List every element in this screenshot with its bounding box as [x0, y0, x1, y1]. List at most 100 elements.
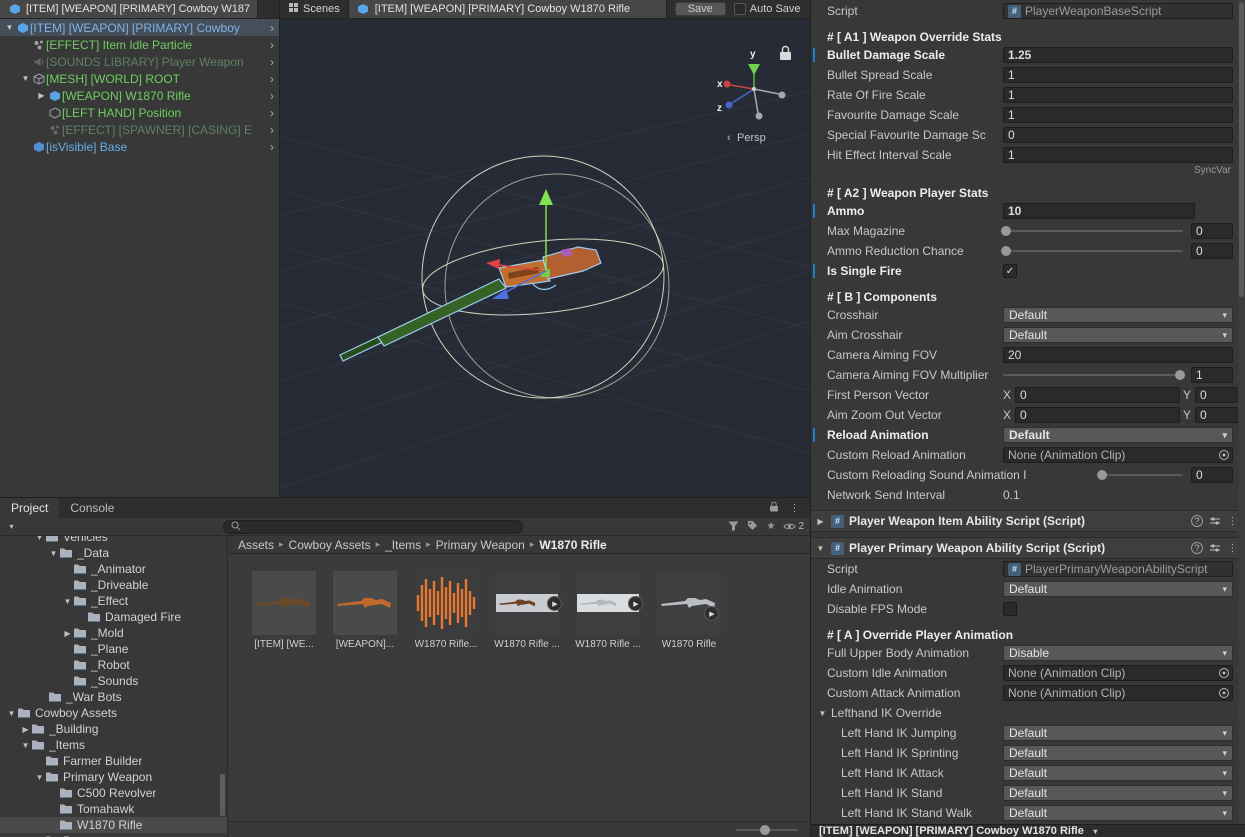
folder-row[interactable]: ▶Prop — [0, 833, 227, 837]
hierarchy-item-weapon-rifle[interactable]: ▶ [WEAPON] W1870 Rifle › — [0, 87, 279, 104]
folder-row[interactable]: Damaged Fire — [0, 609, 227, 625]
breadcrumb-item[interactable]: Cowboy Assets — [289, 538, 371, 552]
asset-item[interactable]: [ITEM] [WE... — [251, 571, 317, 650]
breadcrumb-item-current[interactable]: W1870 Rifle — [539, 538, 606, 552]
object-picker-icon[interactable] — [1218, 449, 1230, 461]
folder-row[interactable]: _Robot — [0, 657, 227, 673]
folder-row[interactable]: ▼_Items — [0, 737, 227, 753]
play-button-icon[interactable]: ▶ — [628, 596, 643, 611]
thumbnail-size-slider[interactable] — [736, 829, 798, 831]
tab-project[interactable]: Project — [0, 498, 59, 518]
folder-row[interactable]: ▼Cowboy Assets — [0, 705, 227, 721]
favourite-damage-scale-input[interactable] — [1003, 107, 1233, 123]
aim-crosshair-dropdown[interactable]: Default ▾ — [1003, 327, 1233, 343]
prefab-open-chevron-icon[interactable]: › — [265, 123, 279, 137]
max-magazine-slider[interactable] — [1003, 230, 1183, 232]
full-upper-body-dropdown[interactable]: Disable ▾ — [1003, 645, 1233, 661]
asset-thumbnail-audio[interactable] — [414, 571, 478, 635]
foldout-arrow-icon[interactable]: ▼ — [6, 709, 17, 718]
foldout-arrow-icon[interactable]: ▼ — [62, 597, 73, 606]
foldout-arrow-icon[interactable]: ▶ — [815, 517, 826, 526]
ik-sprinting-dropdown[interactable]: Default ▾ — [1003, 745, 1233, 761]
axis-y-label[interactable]: y — [750, 49, 756, 60]
foldout-arrow-icon[interactable]: ▼ — [20, 74, 31, 83]
custom-reloading-sound-input[interactable] — [1191, 467, 1233, 483]
hierarchy-item-mesh-root[interactable]: ▼ [MESH] [WORLD] ROOT › — [0, 70, 279, 87]
is-single-fire-checkbox[interactable]: ✓ — [1003, 264, 1017, 278]
foldout-arrow-icon[interactable]: ▼ — [4, 23, 15, 32]
asset-thumbnail-video[interactable]: ▶ — [495, 571, 559, 635]
folder-row[interactable]: ▼Primary Weapon — [0, 769, 227, 785]
foldout-arrow-icon[interactable]: ▶ — [20, 725, 31, 734]
foldout-arrow-icon[interactable]: ▼ — [817, 709, 828, 718]
component-header-primary-ability[interactable]: ▼ # Player Primary Weapon Ability Script… — [811, 537, 1245, 559]
asset-item[interactable]: W1870 Rifle... — [413, 571, 479, 650]
kebab-menu-icon[interactable]: ⋮ — [788, 502, 801, 515]
scene-tab[interactable]: [ITEM] [WEAPON] [PRIMARY] Cowboy W1870 R… — [349, 0, 667, 18]
script-object-field[interactable]: # PlayerPrimaryWeaponAbilityScript — [1003, 561, 1233, 577]
foldout-lefthand-ik-override[interactable]: ▼ Lefthand IK Override — [811, 703, 1245, 723]
hierarchy-item-casing-spawner[interactable]: [EFFECT] [SPAWNER] [CASING] E › — [0, 121, 279, 138]
ik-jumping-dropdown[interactable]: Default ▾ — [1003, 725, 1233, 741]
crosshair-dropdown[interactable]: Default ▾ — [1003, 307, 1233, 323]
rate-of-fire-scale-input[interactable] — [1003, 87, 1233, 103]
auto-save-toggle[interactable]: Auto Save — [734, 0, 801, 18]
foldout-arrow-icon[interactable]: ▶ — [62, 629, 73, 638]
hierarchy-item-root[interactable]: ▼ [ITEM] [WEAPON] [PRIMARY] Cowboy › — [0, 19, 279, 36]
auto-save-checkbox[interactable] — [734, 3, 746, 15]
hierarchy-item-idle-particle[interactable]: [EFFECT] Item Idle Particle › — [0, 36, 279, 53]
prefab-open-chevron-icon[interactable]: › — [265, 89, 279, 103]
bullet-spread-scale-input[interactable] — [1003, 67, 1233, 83]
foldout-arrow-icon[interactable]: ▶ — [36, 91, 47, 100]
foldout-arrow-icon[interactable]: ▼ — [34, 773, 45, 782]
foldout-arrow-icon[interactable]: ▼ — [20, 741, 31, 750]
persp-label[interactable]: Persp — [737, 132, 766, 144]
object-picker-icon[interactable] — [1218, 687, 1230, 699]
lock-icon[interactable] — [780, 47, 791, 61]
prefab-open-chevron-icon[interactable]: › — [265, 21, 279, 35]
ammo-reduction-slider[interactable] — [1003, 250, 1183, 252]
axis-x-label[interactable]: x — [717, 79, 723, 90]
folder-row[interactable]: Farmer Builder — [0, 753, 227, 769]
scrollbar-thumb[interactable] — [1239, 2, 1244, 297]
tab-console[interactable]: Console — [59, 498, 125, 518]
scenes-button[interactable]: Scenes — [280, 0, 349, 18]
foldout-arrow-icon[interactable]: ▼ — [815, 544, 826, 553]
preview-footer[interactable]: [ITEM] [WEAPON] [PRIMARY] Cowboy W1870 R… — [811, 824, 1245, 837]
folder-row[interactable]: _Sounds — [0, 673, 227, 689]
custom-reloading-sound-slider[interactable] — [1099, 474, 1183, 476]
bullet-damage-scale-input[interactable] — [1003, 47, 1233, 63]
play-button-icon[interactable]: ▶ — [704, 606, 719, 621]
aim-zoom-vector-x-input[interactable] — [1015, 407, 1180, 423]
inspector-scrollbar[interactable] — [1238, 0, 1245, 824]
lock-icon[interactable] — [769, 501, 779, 515]
scene-viewport[interactable]: x y z ‹ Persp — [280, 19, 810, 497]
help-icon[interactable]: ? — [1191, 515, 1203, 527]
asset-item[interactable]: ▶ W1870 Rifle — [656, 571, 722, 650]
asset-thumbnail-prefab[interactable] — [333, 571, 397, 635]
foldout-arrow-icon[interactable]: ▼ — [34, 536, 45, 542]
search-input[interactable] — [245, 521, 515, 533]
create-menu-icon[interactable]: ▾ — [6, 522, 17, 531]
persp-toggle-icon[interactable]: ‹ — [727, 132, 731, 144]
folder-row[interactable]: ▼Vehicles — [0, 536, 227, 545]
custom-idle-object-field[interactable]: None (Animation Clip) — [1003, 665, 1233, 681]
help-icon[interactable]: ? — [1191, 542, 1203, 554]
asset-thumbnail-prefab[interactable] — [252, 571, 316, 635]
custom-attack-object-field[interactable]: None (Animation Clip) — [1003, 685, 1233, 701]
slider-knob[interactable] — [1001, 226, 1011, 236]
script-object-field[interactable]: # PlayerWeaponBaseScript — [1003, 3, 1233, 19]
folder-row[interactable]: ▶_Mold — [0, 625, 227, 641]
folder-row[interactable]: _War Bots — [0, 689, 227, 705]
hierarchy-item-sounds-library[interactable]: [SOUNDS LIBRARY] Player Weapon › — [0, 53, 279, 70]
folder-row[interactable]: C500 Revolver — [0, 785, 227, 801]
hidden-count-icon[interactable]: 2 — [783, 521, 804, 532]
hierarchy-item-left-hand[interactable]: [LEFT HAND] Position › — [0, 104, 279, 121]
save-button[interactable]: Save — [675, 2, 726, 16]
tree-scrollbar-thumb[interactable] — [220, 774, 225, 816]
asset-thumbnail-video[interactable]: ▶ — [576, 571, 640, 635]
reload-animation-dropdown[interactable]: Default ▾ — [1003, 427, 1233, 443]
breadcrumb-item[interactable]: Primary Weapon — [436, 538, 525, 552]
idle-animation-dropdown[interactable]: Default ▾ — [1003, 581, 1233, 597]
first-person-vector-x-input[interactable] — [1015, 387, 1180, 403]
